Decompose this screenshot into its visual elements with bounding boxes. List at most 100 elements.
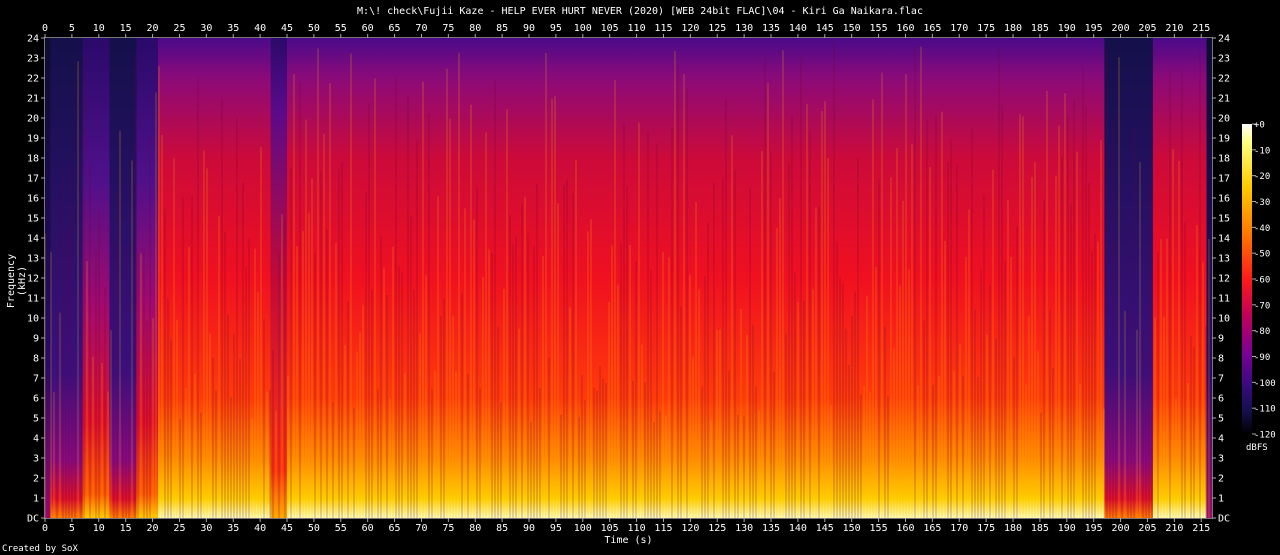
y-tick-label-left: 18 [27, 154, 39, 165]
colorbar-tick-label: -50 [1254, 250, 1270, 260]
x-tick-label-bottom: 80 [469, 523, 481, 534]
y-tick-label-right: 2 [1218, 474, 1224, 485]
y-tick-label-right: 12 [1218, 274, 1230, 285]
x-tick-label-top: 110 [628, 23, 646, 34]
x-tick-label-top: 125 [708, 23, 726, 34]
y-tick-label-right: 4 [1218, 434, 1224, 445]
x-tick-label-top: 195 [1085, 23, 1103, 34]
y-tick-label-left: 6 [33, 394, 39, 405]
colorbar-tick-label: -60 [1254, 276, 1270, 286]
y-tick-label-right: DC [1218, 514, 1230, 525]
colorbar-tick-label: -100 [1254, 379, 1276, 389]
colorbar-tick-label: -10 [1254, 146, 1270, 156]
credit-label: Created by SoX [2, 544, 78, 554]
y-tick-label-right: 20 [1218, 114, 1230, 125]
x-tick-label-top: 215 [1192, 23, 1210, 34]
x-tick-label-bottom: 195 [1085, 523, 1103, 534]
x-tick-label-bottom: 35 [227, 523, 239, 534]
colorbar-tick-label: -120 [1254, 431, 1276, 441]
colorbar [1242, 124, 1252, 434]
x-tick-label-top: 120 [681, 23, 699, 34]
x-tick-label-top: 100 [574, 23, 592, 34]
x-tick-label-bottom: 170 [950, 523, 968, 534]
y-tick-label-right: 6 [1218, 394, 1224, 405]
x-tick-label-bottom: 215 [1192, 523, 1210, 534]
x-tick-label-bottom: 205 [1138, 523, 1156, 534]
colorbar-tick-label: -30 [1254, 198, 1270, 208]
y-tick-label-right: 1 [1218, 494, 1224, 505]
x-tick-label-bottom: 10 [93, 523, 105, 534]
y-tick-label-left: 13 [27, 254, 39, 265]
x-tick-label-top: 50 [308, 23, 320, 34]
x-tick-label-bottom: 130 [735, 523, 753, 534]
colorbar-tick-label: -110 [1254, 405, 1276, 415]
y-tick-label-left: 8 [33, 354, 39, 365]
x-tick-label-top: 180 [1004, 23, 1022, 34]
x-tick-label-bottom: 105 [601, 523, 619, 534]
x-tick-label-top: 150 [843, 23, 861, 34]
x-tick-label-bottom: 145 [816, 523, 834, 534]
x-tick-label-bottom: 140 [789, 523, 807, 534]
x-tick-label-top: 130 [735, 23, 753, 34]
x-tick-label-bottom: 210 [1165, 523, 1183, 534]
y-tick-label-right: 15 [1218, 214, 1230, 225]
x-tick-label-bottom: 20 [147, 523, 159, 534]
y-tick-label-left: 14 [27, 234, 39, 245]
x-tick-label-bottom: 190 [1058, 523, 1076, 534]
x-tick-label-bottom: 100 [574, 523, 592, 534]
colorbar-tick-label: +0 [1254, 121, 1265, 131]
y-tick-label-left: 5 [33, 414, 39, 425]
plot-frame [44, 37, 1213, 519]
x-tick-label-bottom: 70 [415, 523, 427, 534]
x-tick-label-top: 45 [281, 23, 293, 34]
x-tick-label-top: 35 [227, 23, 239, 34]
y-tick-label-left: 22 [27, 74, 39, 85]
x-tick-label-bottom: 165 [923, 523, 941, 534]
x-tick-label-top: 95 [550, 23, 562, 34]
y-tick-label-left: 19 [27, 134, 39, 145]
x-tick-label-bottom: 75 [442, 523, 454, 534]
x-tick-label-bottom: 135 [762, 523, 780, 534]
y-tick-label-left: 20 [27, 114, 39, 125]
x-tick-label-top: 5 [69, 23, 75, 34]
x-tick-label-top: 90 [523, 23, 535, 34]
y-tick-label-left: 11 [27, 294, 39, 305]
y-tick-label-right: 22 [1218, 74, 1230, 85]
x-tick-label-bottom: 90 [523, 523, 535, 534]
y-tick-label-right: 11 [1218, 294, 1230, 305]
y-tick-label-left: DC [27, 514, 39, 525]
x-tick-label-bottom: 185 [1031, 523, 1049, 534]
colorbar-unit-label: dBFS [1246, 443, 1268, 453]
colorbar-tick-label: -20 [1254, 172, 1270, 182]
x-tick-label-top: 80 [469, 23, 481, 34]
x-tick-label-top: 25 [173, 23, 185, 34]
x-tick-label-top: 105 [601, 23, 619, 34]
y-tick-label-left: 21 [27, 94, 39, 105]
x-tick-label-bottom: 30 [200, 523, 212, 534]
x-tick-label-bottom: 160 [896, 523, 914, 534]
y-tick-label-right: 23 [1218, 54, 1230, 65]
x-tick-label-top: 20 [147, 23, 159, 34]
x-tick-label-bottom: 125 [708, 523, 726, 534]
y-tick-label-right: 17 [1218, 174, 1230, 185]
x-tick-label-bottom: 50 [308, 523, 320, 534]
y-tick-label-right: 7 [1218, 374, 1224, 385]
y-tick-label-left: 3 [33, 454, 39, 465]
x-tick-label-bottom: 180 [1004, 523, 1022, 534]
colorbar-tick-label: -90 [1254, 353, 1270, 363]
y-tick-label-right: 10 [1218, 314, 1230, 325]
x-tick-label-top: 75 [442, 23, 454, 34]
x-tick-label-bottom: 95 [550, 523, 562, 534]
x-tick-label-bottom: 60 [362, 523, 374, 534]
x-tick-label-top: 60 [362, 23, 374, 34]
x-tick-label-bottom: 25 [173, 523, 185, 534]
x-axis-label: Time (s) [604, 535, 653, 546]
y-tick-label-left: 15 [27, 214, 39, 225]
y-tick-label-left: 4 [33, 434, 39, 445]
x-tick-label-top: 190 [1058, 23, 1076, 34]
y-tick-label-left: 16 [27, 194, 39, 205]
y-tick-label-left: 1 [33, 494, 39, 505]
x-tick-label-bottom: 0 [42, 523, 48, 534]
y-tick-label-left: 24 [27, 34, 39, 45]
x-tick-label-bottom: 55 [335, 523, 347, 534]
